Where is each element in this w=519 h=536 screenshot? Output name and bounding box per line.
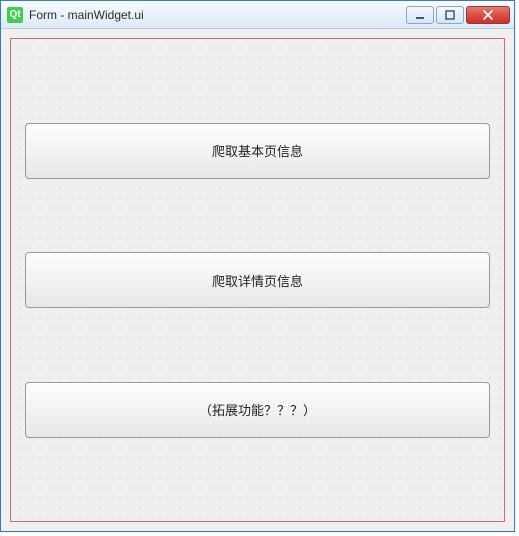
form-canvas[interactable]: 爬取基本页信息 爬取详情页信息 （拓展功能？？？） [10, 38, 505, 522]
button-label: 爬取基本页信息 [212, 141, 303, 160]
minimize-icon [415, 10, 425, 20]
close-button[interactable] [466, 6, 510, 24]
minimize-button[interactable] [406, 6, 434, 24]
crawl-basic-page-button[interactable]: 爬取基本页信息 [25, 123, 490, 179]
extension-feature-button[interactable]: （拓展功能？？？） [25, 382, 490, 438]
designer-window: Qt Form - mainWidget.ui 爬取基本页 [0, 0, 515, 532]
window-controls [406, 6, 512, 24]
client-area: 爬取基本页信息 爬取详情页信息 （拓展功能？？？） [1, 29, 514, 531]
button-label: （拓展功能？？？） [199, 400, 316, 419]
qt-logo-icon: Qt [7, 7, 23, 23]
titlebar[interactable]: Qt Form - mainWidget.ui [1, 1, 514, 29]
window-title: Form - mainWidget.ui [29, 8, 406, 22]
maximize-icon [445, 10, 455, 20]
button-label: 爬取详情页信息 [212, 271, 303, 290]
close-icon [482, 10, 494, 20]
maximize-button[interactable] [436, 6, 464, 24]
crawl-detail-page-button[interactable]: 爬取详情页信息 [25, 252, 490, 308]
